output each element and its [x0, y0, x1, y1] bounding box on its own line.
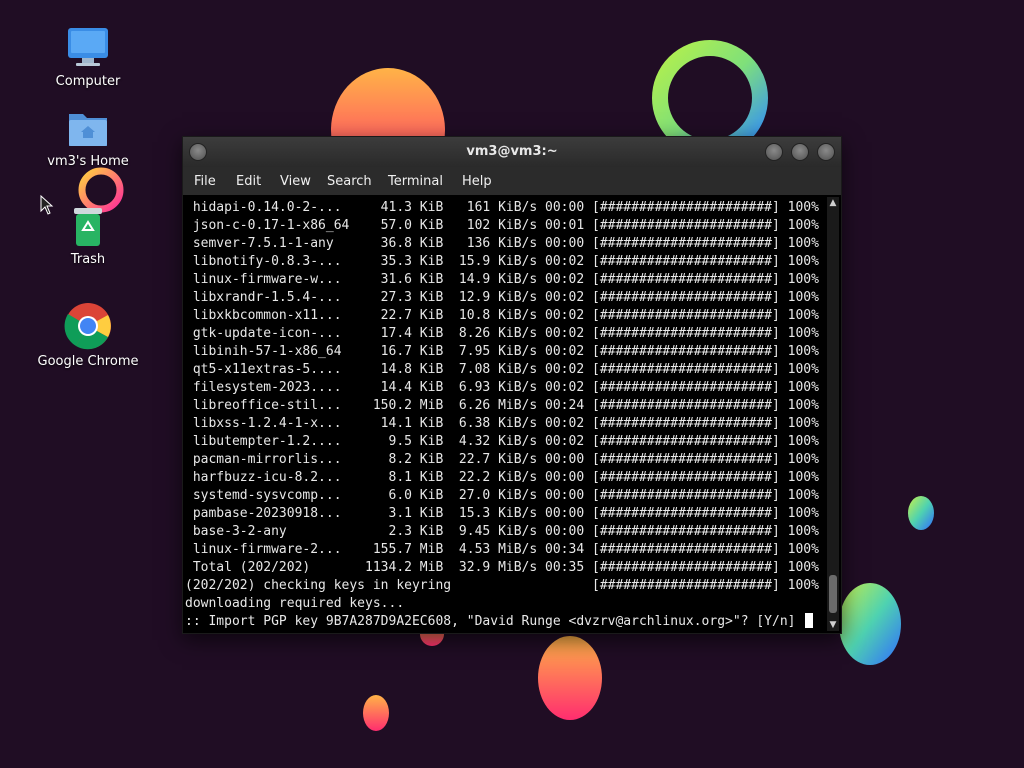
terminal-line: libxrandr-1.5.4-... 27.3 KiB 12.9 KiB/s …	[185, 290, 819, 305]
maximize-button[interactable]	[791, 143, 809, 161]
home-folder-icon	[69, 114, 107, 146]
terminal-line: base-3-2-any 2.3 KiB 9.45 KiB/s 00:00 [#…	[185, 524, 819, 539]
menu-terminal[interactable]: Terminal	[388, 174, 443, 189]
desktop-icon-home[interactable]: vm3's Home	[33, 106, 143, 169]
desktop-icon-label: vm3's Home	[47, 154, 129, 169]
mouse-pointer-icon	[40, 195, 54, 215]
terminal-output[interactable]: hidapi-0.14.0-2-... 41.3 KiB 161 KiB/s 0…	[185, 197, 825, 631]
terminal-line: json-c-0.17-1-x86_64 57.0 KiB 102 KiB/s …	[185, 218, 819, 233]
scrollbar-thumb[interactable]	[829, 575, 837, 613]
terminal-prompt-text: :: Import PGP key 9B7A287D9A2EC608, "Dav…	[185, 614, 804, 629]
scroll-down-arrow-icon[interactable]: ▼	[827, 619, 839, 631]
terminal-line: harfbuzz-icu-8.2... 8.1 KiB 22.2 KiB/s 0…	[185, 470, 819, 485]
desktop-icon-label: Google Chrome	[37, 354, 139, 369]
terminal-line: hidapi-0.14.0-2-... 41.3 KiB 161 KiB/s 0…	[185, 200, 819, 215]
terminal-line: linux-firmware-2... 155.7 MiB 4.53 MiB/s…	[185, 542, 819, 557]
terminal-line: libxss-1.2.4-1-x... 14.1 KiB 6.38 KiB/s …	[185, 416, 819, 431]
desktop-icon-trash[interactable]: Trash	[33, 206, 143, 267]
menu-edit[interactable]: Edit	[236, 174, 261, 189]
terminal-line: semver-7.5.1-1-any 36.8 KiB 136 KiB/s 00…	[185, 236, 819, 251]
window-titlebar[interactable]: vm3@vm3:~	[183, 137, 841, 167]
terminal-line: libreoffice-stil... 150.2 MiB 6.26 MiB/s…	[185, 398, 819, 413]
terminal-line: libinih-57-1-x86_64 16.7 KiB 7.95 KiB/s …	[185, 344, 819, 359]
close-button[interactable]	[817, 143, 835, 161]
menu-help[interactable]: Help	[462, 174, 492, 189]
scroll-up-arrow-icon[interactable]: ▲	[827, 197, 839, 209]
desktop-icon-chrome[interactable]: Google Chrome	[33, 302, 143, 369]
terminal-line: pambase-20230918... 3.1 KiB 15.3 KiB/s 0…	[185, 506, 819, 521]
terminal-prompt-line[interactable]: :: Import PGP key 9B7A287D9A2EC608, "Dav…	[185, 613, 814, 631]
menu-bar: File Edit View Search Terminal Help	[183, 167, 841, 195]
desktop-icon-label: Computer	[55, 74, 121, 89]
window-title: vm3@vm3:~	[466, 144, 558, 159]
terminal-window[interactable]: vm3@vm3:~ File Edit View Search Terminal…	[182, 136, 842, 634]
text-cursor	[805, 613, 814, 628]
desktop-icon-computer[interactable]: Computer	[33, 26, 143, 89]
terminal-line: gtk-update-icon-... 17.4 KiB 8.26 KiB/s …	[185, 326, 819, 341]
desktop-icon-label: Trash	[70, 252, 106, 267]
terminal-line: pacman-mirrorlis... 8.2 KiB 22.7 KiB/s 0…	[185, 452, 819, 467]
terminal-line: filesystem-2023.... 14.4 KiB 6.93 KiB/s …	[185, 380, 819, 395]
terminal-line: Total (202/202) 1134.2 MiB 32.9 MiB/s 00…	[185, 560, 819, 575]
menu-file[interactable]: File	[194, 174, 216, 189]
chrome-icon	[64, 303, 111, 350]
terminal-line: libnotify-0.8.3-... 35.3 KiB 15.9 KiB/s …	[185, 254, 819, 269]
computer-icon	[68, 28, 108, 66]
menu-view[interactable]: View	[280, 174, 311, 189]
menu-search[interactable]: Search	[327, 174, 372, 189]
minimize-button[interactable]	[765, 143, 783, 161]
terminal-line: downloading required keys...	[185, 596, 405, 611]
terminal-line: libutempter-1.2.... 9.5 KiB 4.32 KiB/s 0…	[185, 434, 819, 449]
terminal-line: (202/202) checking keys in keyring [####…	[185, 578, 819, 593]
terminal-line: linux-firmware-w... 31.6 KiB 14.9 KiB/s …	[185, 272, 819, 287]
terminal-line: libxkbcommon-x11... 22.7 KiB 10.8 KiB/s …	[185, 308, 819, 323]
trash-icon	[74, 208, 102, 246]
terminal-line: systemd-sysvcomp... 6.0 KiB 27.0 KiB/s 0…	[185, 488, 819, 503]
terminal-line: qt5-x11extras-5.... 14.8 KiB 7.08 KiB/s …	[185, 362, 819, 377]
terminal-scrollbar[interactable]: ▲ ▼	[827, 197, 839, 631]
